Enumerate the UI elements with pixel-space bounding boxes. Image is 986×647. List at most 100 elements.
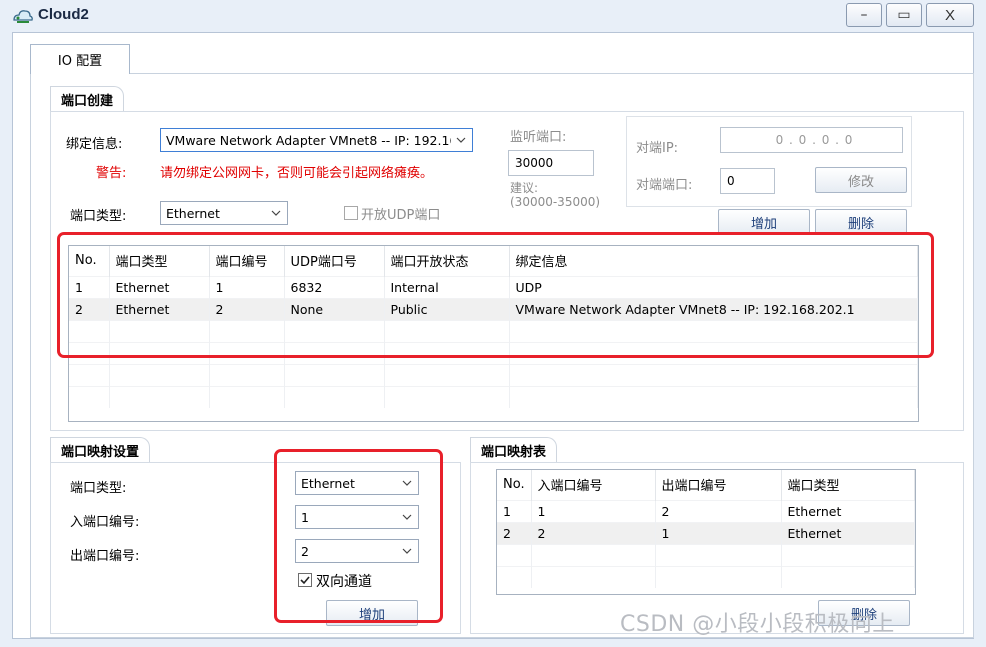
map-col-no[interactable]: No. [497, 470, 532, 500]
peer-port-value: 0 [727, 174, 735, 188]
port-creation-title: 端口创建 [61, 94, 114, 109]
cell-no: 2 [497, 521, 532, 544]
out-port-value: 2 [301, 543, 309, 559]
minimize-icon: – [860, 7, 868, 23]
cell-no: 1 [497, 499, 532, 522]
checkmark-icon [300, 576, 310, 585]
add-mapping-button[interactable]: 增加 [326, 600, 418, 626]
in-port-select[interactable]: 1 [295, 505, 419, 529]
suggest-range: (30000-35000) [510, 195, 601, 209]
empty-row [69, 385, 918, 408]
table-row[interactable]: 1 1 2 Ethernet [497, 499, 915, 522]
col-no[interactable]: No. [69, 246, 110, 276]
modify-button[interactable]: 修改 [815, 167, 907, 193]
chevron-down-icon [271, 210, 281, 216]
suggest-label: 建议: [510, 181, 539, 195]
bind-info-value: VMware Network Adapter VMnet8 -- IP: 192… [166, 132, 451, 148]
table-row[interactable]: 2 2 1 Ethernet [497, 521, 915, 544]
warning-label: 警告: [96, 166, 127, 181]
col-open-status[interactable]: 端口开放状态 [384, 246, 510, 276]
cell-open-status: Public [384, 297, 510, 320]
cell-port-type: Ethernet [109, 297, 210, 320]
add-port-button-label: 增加 [750, 216, 777, 232]
peer-port-label: 对端端口: [636, 178, 693, 193]
col-port-number[interactable]: 端口编号 [209, 246, 285, 276]
bind-info-select[interactable]: VMware Network Adapter VMnet8 -- IP: 192… [160, 128, 473, 152]
peer-port-input[interactable]: 0 [720, 168, 775, 194]
map-port-type-select[interactable]: Ethernet [295, 471, 419, 495]
empty-row [69, 363, 918, 386]
cell-no: 1 [69, 275, 110, 298]
table-row[interactable]: 2 Ethernet 2 None Public VMware Network … [69, 297, 918, 320]
listen-port-value: 30000 [515, 156, 554, 170]
close-icon: X [944, 6, 955, 24]
cell-in-port: 1 [531, 499, 656, 522]
peer-ip-label: 对端IP: [636, 141, 679, 156]
port-type-label: 端口类型: [70, 209, 127, 224]
listen-port-label: 监听端口: [510, 130, 567, 145]
modify-button-label: 修改 [847, 174, 874, 190]
delete-port-button[interactable]: 删除 [815, 209, 907, 235]
empty-row [69, 319, 918, 342]
mapping-table-title: 端口映射表 [481, 445, 547, 460]
delete-port-button-label: 删除 [847, 216, 874, 232]
add-mapping-button-label: 增加 [358, 607, 385, 623]
cloud2-window: Cloud2 – ▭ X IO 配置 端口创建 绑定信息: VMware Net… [0, 0, 986, 647]
out-port-select[interactable]: 2 [295, 539, 419, 563]
mapping-table-group-title: 端口映射表 [470, 437, 558, 463]
listen-port-input[interactable]: 30000 [508, 150, 594, 176]
cell-no: 2 [69, 297, 110, 320]
cell-bind-info: VMware Network Adapter VMnet8 -- IP: 192… [509, 297, 918, 320]
maximize-icon: ▭ [897, 7, 911, 23]
cell-bind-info: UDP [509, 275, 918, 298]
cell-out-port: 1 [655, 521, 782, 544]
col-udp-port[interactable]: UDP端口号 [284, 246, 385, 276]
table-row[interactable]: 1 Ethernet 1 6832 Internal UDP [69, 275, 918, 298]
cell-port-type: Ethernet [109, 275, 210, 298]
mapping-settings-group-title: 端口映射设置 [50, 437, 151, 463]
open-udp-checkbox[interactable] [344, 206, 358, 220]
bind-info-label: 绑定信息: [66, 137, 123, 152]
cell-udp-port: 6832 [284, 275, 385, 298]
in-port-label: 入端口编号: [70, 515, 140, 530]
mapping-table[interactable]: No. 入端口编号 出端口编号 端口类型 1 1 2 Ethernet 2 2 … [496, 469, 916, 595]
map-col-in-port[interactable]: 入端口编号 [531, 470, 656, 500]
port-table[interactable]: No. 端口类型 端口编号 UDP端口号 端口开放状态 绑定信息 1 Ether… [68, 245, 919, 422]
cell-port-number: 2 [209, 297, 285, 320]
empty-row [69, 341, 918, 364]
tab-io-config-label: IO 配置 [57, 54, 103, 69]
in-port-value: 1 [301, 509, 309, 525]
map-col-port-type[interactable]: 端口类型 [781, 470, 915, 500]
warning-text: 请勿绑定公网网卡，否则可能会引起网络瘫痪。 [160, 166, 434, 181]
add-port-button[interactable]: 增加 [718, 209, 810, 235]
minimize-button[interactable]: – [846, 3, 882, 27]
chevron-down-icon [402, 480, 412, 486]
open-udp-label: 开放UDP端口 [361, 208, 441, 223]
cell-udp-port: None [284, 297, 385, 320]
window-title: Cloud2 [38, 6, 89, 23]
maximize-button[interactable]: ▭ [886, 3, 922, 27]
map-col-out-port[interactable]: 出端口编号 [655, 470, 782, 500]
col-port-type[interactable]: 端口类型 [109, 246, 210, 276]
close-button[interactable]: X [926, 3, 974, 27]
bidirectional-checkbox[interactable] [298, 573, 312, 587]
cell-port-type: Ethernet [781, 499, 915, 522]
port-creation-group-title: 端口创建 [50, 86, 125, 112]
peer-ip-input[interactable]: 0 . 0 . 0 . 0 [720, 127, 903, 153]
cell-in-port: 2 [531, 521, 656, 544]
port-type-value: Ethernet [166, 205, 220, 221]
watermark: CSDN @小段小段积极向上 [620, 612, 895, 637]
bidirectional-label: 双向通道 [316, 574, 372, 590]
mapping-table-header: No. 入端口编号 出端口编号 端口类型 [497, 470, 915, 500]
peer-ip-value: 0 . 0 . 0 . 0 [775, 133, 854, 147]
port-table-header: No. 端口类型 端口编号 UDP端口号 端口开放状态 绑定信息 [69, 246, 918, 276]
empty-row [497, 565, 915, 588]
cloud-app-icon [13, 10, 33, 23]
cell-port-number: 1 [209, 275, 285, 298]
cell-port-type: Ethernet [781, 521, 915, 544]
col-bind-info[interactable]: 绑定信息 [509, 246, 918, 276]
tab-io-config[interactable]: IO 配置 [30, 44, 130, 74]
chevron-down-icon [456, 137, 466, 143]
cell-open-status: Internal [384, 275, 510, 298]
port-type-select[interactable]: Ethernet [160, 201, 288, 225]
